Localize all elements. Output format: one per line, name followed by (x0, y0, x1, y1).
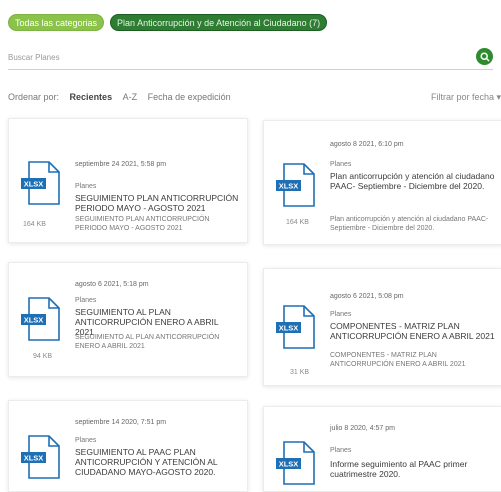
xlsx-file-icon: XLSX (21, 435, 61, 479)
xlsx-file-icon: XLSX (276, 441, 316, 485)
card-category: Planes (75, 297, 97, 304)
card-description: SEGUIMIENTO PLAN ANTICORRUPCIÓN PERIODO … (75, 216, 210, 232)
file-size: 164 KB (23, 221, 46, 228)
search-icon (479, 51, 490, 62)
search-bar (8, 46, 493, 70)
card-date: agosto 6 2021, 5:08 pm (330, 293, 404, 300)
xlsx-file-icon: XLSX (276, 305, 316, 349)
card-date: julio 8 2020, 4:57 pm (330, 425, 395, 432)
card-description: COMPONENTES - MATRIZ PLAN ANTICORRUPCIÓN… (330, 352, 466, 368)
file-size: 164 KB (286, 219, 309, 226)
xlsx-file-icon: XLSX (21, 297, 61, 341)
sort-option-recent[interactable]: Recientes (70, 92, 113, 102)
xlsx-file-icon: XLSX (21, 161, 61, 205)
svg-text:XLSX: XLSX (24, 180, 44, 189)
document-card[interactable]: XLSX 31 KB agosto 6 2021, 5:08 pm Planes… (263, 268, 501, 386)
svg-text:XLSX: XLSX (279, 324, 299, 333)
svg-text:XLSX: XLSX (279, 460, 299, 469)
sort-option-az[interactable]: A-Z (123, 92, 138, 102)
card-description: SEGUIMIENTO AL PLAN ANTICORRUPCIÓN ENERO… (75, 334, 220, 350)
category-tags: Todas las categorias Plan Anticorrupción… (8, 14, 328, 31)
svg-text:XLSX: XLSX (24, 316, 44, 325)
sort-label: Ordenar por: (8, 92, 60, 102)
document-card[interactable]: XLSX 164 KB agosto 8 2021, 6:10 pm Plane… (263, 120, 501, 245)
search-input[interactable] (8, 46, 448, 68)
card-date: septiembre 14 2020, 7:51 pm (75, 419, 167, 426)
search-button[interactable] (476, 48, 493, 65)
card-category: Planes (75, 437, 97, 444)
card-description: Plan anticorrupción y atención al ciudad… (330, 216, 489, 232)
xlsx-file-icon: XLSX (276, 163, 316, 207)
card-title[interactable]: Plan anticorrupción y atención al ciudad… (330, 171, 500, 191)
document-card[interactable]: XLSX 94 KB agosto 6 2021, 5:18 pm Planes… (8, 262, 248, 377)
card-title[interactable]: SEGUIMIENTO PLAN ANTICORRUPCIÓN PERIODO … (75, 193, 245, 213)
document-card[interactable]: XLSX septiembre 14 2020, 7:51 pm Planes … (8, 400, 248, 492)
card-date: septiembre 24 2021, 5:58 pm (75, 161, 167, 168)
filter-by-date-dropdown[interactable]: Filtrar por fecha ▾ (431, 92, 501, 103)
card-category: Planes (330, 447, 352, 454)
card-date: agosto 6 2021, 5:18 pm (75, 281, 149, 288)
document-card[interactable]: XLSX 164 KB septiembre 24 2021, 5:58 pm … (8, 118, 248, 243)
card-date: agosto 8 2021, 6:10 pm (330, 141, 404, 148)
card-title[interactable]: Informe seguimiento al PAAC primer cuatr… (330, 459, 495, 479)
document-card[interactable]: XLSX julio 8 2020, 4:57 pm Planes Inform… (263, 406, 501, 492)
file-size: 94 KB (33, 353, 53, 360)
card-title[interactable]: SEGUIMIENTO AL PAAC PLAN ANTICORRUPCIÓN … (75, 447, 235, 477)
card-category: Planes (75, 183, 97, 190)
sort-option-date[interactable]: Fecha de expedición (148, 92, 231, 102)
card-category: Planes (330, 161, 352, 168)
tag-all-categories[interactable]: Todas las categorias (8, 14, 105, 31)
sort-bar: Ordenar por: Recientes A-Z Fecha de expe… (8, 92, 501, 106)
svg-text:XLSX: XLSX (24, 454, 44, 463)
file-size: 31 KB (290, 369, 310, 376)
tag-plan-anticorrupcion[interactable]: Plan Anticorrupción y de Atención al Ciu… (110, 14, 328, 31)
svg-text:XLSX: XLSX (279, 182, 299, 191)
card-title[interactable]: COMPONENTES - MATRIZ PLAN ANTICORRUPCIÓN… (330, 321, 500, 341)
card-category: Planes (330, 311, 352, 318)
